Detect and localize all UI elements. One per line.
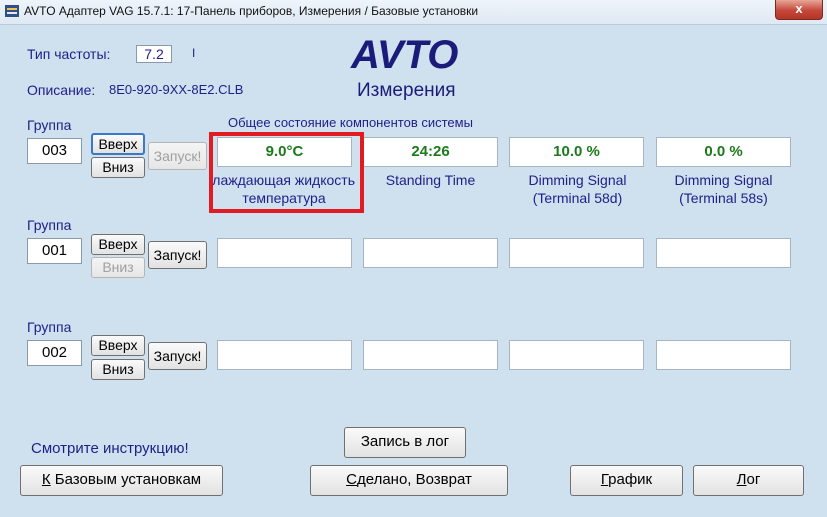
measurement-field xyxy=(509,340,644,370)
measurement-field: 0.0 % xyxy=(656,137,791,167)
graph-button[interactable]: График xyxy=(570,465,683,496)
frequency-type-value: 7.2 xyxy=(136,45,172,63)
measurement-field: 10.0 % xyxy=(509,137,644,167)
group-start-button[interactable]: Запуск! xyxy=(148,342,207,370)
measurement-field: 24:26 xyxy=(363,137,498,167)
brand-logo: AVTO xyxy=(351,33,459,77)
description-label: Описание: xyxy=(27,82,96,98)
group-up-button[interactable]: Вверх xyxy=(91,335,145,356)
measurement-label: (Terminal 58d) xyxy=(532,190,623,206)
measurement-field xyxy=(217,238,352,268)
highlight-box xyxy=(209,132,364,213)
done-return-label: делано, Возврат xyxy=(356,471,472,488)
log-record-button[interactable]: Запись в лог xyxy=(344,427,466,458)
basic-settings-label: Базовым установкам xyxy=(50,471,202,488)
measurement-field xyxy=(656,238,791,268)
close-icon[interactable]: x xyxy=(775,0,823,20)
group-number-input[interactable]: 002 xyxy=(27,340,82,366)
log-accelerator: Л xyxy=(736,471,747,488)
done-return-button[interactable]: Сделано, Возврат xyxy=(310,465,508,496)
group-down-button[interactable]: Вниз xyxy=(91,257,145,278)
basic-settings-accelerator: К xyxy=(41,471,51,488)
frequency-type-label: Тип частоты: xyxy=(27,46,111,62)
measurement-label: (Terminal 58s) xyxy=(679,190,768,206)
measurement-field xyxy=(363,340,498,370)
group-down-button[interactable]: Вниз xyxy=(91,157,145,178)
measurement-field xyxy=(656,340,791,370)
group-start-button[interactable]: Запуск! xyxy=(148,241,207,269)
title-bar[interactable]: AVTO Адаптер VAG 15.7.1: 17-Панель прибо… xyxy=(0,0,827,25)
measurement-label: Dimming Signal xyxy=(528,172,627,188)
basic-settings-button[interactable]: К Базовым установкам xyxy=(20,465,223,496)
instructions-hint: Смотрите инструкцию! xyxy=(31,440,189,457)
group-up-button[interactable]: Вверх xyxy=(91,234,145,255)
group-down-button[interactable]: Вниз xyxy=(91,359,145,380)
section-caption: Общее состояние компонентов системы xyxy=(228,115,473,130)
frequency-marker: I xyxy=(192,46,196,60)
window-title: AVTO Адаптер VAG 15.7.1: 17-Панель прибо… xyxy=(24,4,479,18)
group-number-input[interactable]: 001 xyxy=(27,238,82,264)
group-start-button[interactable]: Запуск! xyxy=(148,142,207,170)
measurement-label: Standing Time xyxy=(385,172,476,188)
description-value: 8E0-920-9XX-8E2.CLB xyxy=(109,82,244,97)
group-label: Группа xyxy=(27,217,72,233)
measurement-field xyxy=(509,238,644,268)
measurement-field xyxy=(217,340,352,370)
graph-label: рафик xyxy=(608,471,653,488)
measurements-panel: Тип частоты: 7.2 I Описание: 8E0-920-9XX… xyxy=(6,25,821,512)
measurement-label: Dimming Signal xyxy=(674,172,773,188)
group-up-button[interactable]: Вверх xyxy=(91,133,145,155)
app-icon xyxy=(5,5,19,17)
measurement-field xyxy=(363,238,498,268)
application-window: AVTO Адаптер VAG 15.7.1: 17-Панель прибо… xyxy=(0,0,827,517)
done-return-accelerator: С xyxy=(346,471,357,488)
group-label: Группа xyxy=(27,319,72,335)
group-label: Группа xyxy=(27,117,72,133)
log-button[interactable]: Лог xyxy=(693,465,804,496)
mode-title: Измерения xyxy=(357,80,456,101)
log-label: ог xyxy=(746,471,761,488)
group-number-input[interactable]: 003 xyxy=(27,138,82,164)
